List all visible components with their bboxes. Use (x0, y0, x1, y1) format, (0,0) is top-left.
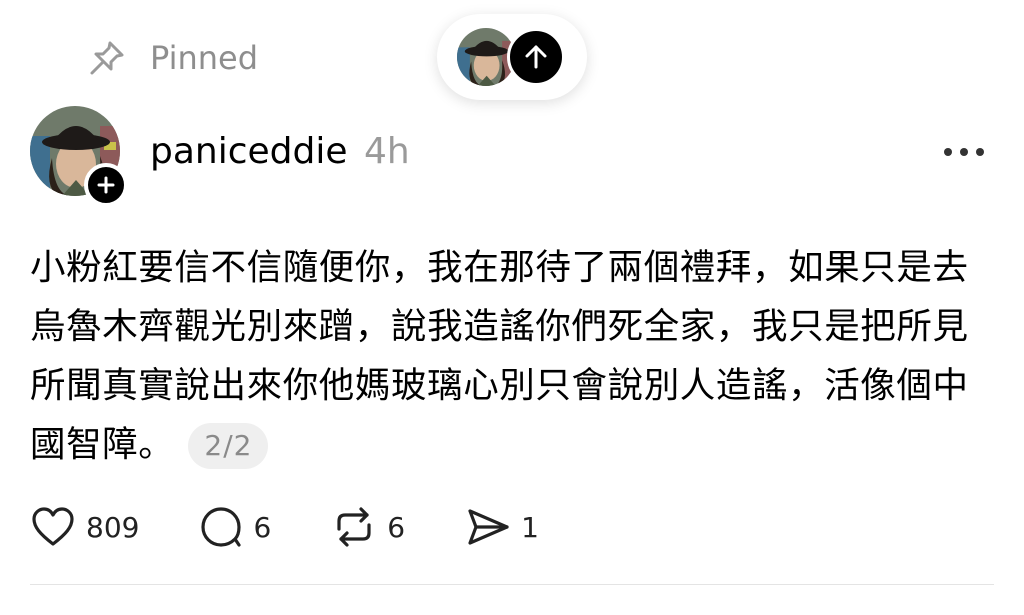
pinned-indicator: Pinned (86, 36, 258, 80)
share-count: 1 (521, 510, 539, 544)
repost-icon (337, 507, 371, 547)
more-horizontal-icon[interactable] (944, 144, 984, 160)
comment-count: 6 (253, 510, 272, 544)
thread-position-badge: 2/2 (188, 423, 269, 469)
username[interactable]: paniceddie (150, 128, 348, 176)
arrow-up-icon[interactable] (507, 28, 565, 86)
heart-icon (32, 507, 74, 546)
like-button[interactable]: 809 (30, 506, 139, 548)
divider (30, 584, 994, 585)
comment-icon (201, 507, 242, 547)
pin-icon (90, 41, 124, 75)
post-text: 小粉紅要信不信隨便你，我在那待了兩個禮拜，如果只是去烏魯木齊觀光別來蹭，說我造謠… (30, 247, 969, 465)
pinned-label: Pinned (150, 39, 259, 77)
plus-icon (97, 176, 115, 194)
share-button[interactable]: 1 (465, 505, 539, 549)
post-text-block: 小粉紅要信不信隨便你，我在那待了兩個禮拜，如果只是去烏魯木齊觀光別來蹭，說我造謠… (30, 238, 970, 474)
repost-button[interactable]: 6 (331, 505, 405, 549)
post-actions: 809 6 6 1 (30, 500, 539, 554)
follow-button[interactable] (84, 163, 128, 207)
repost-count: 6 (387, 510, 406, 544)
timestamp: 4h (364, 131, 410, 172)
comment-button[interactable]: 6 (199, 505, 271, 549)
scroll-to-top-pill[interactable] (437, 14, 587, 100)
like-count: 809 (86, 510, 140, 544)
send-icon (468, 509, 509, 545)
